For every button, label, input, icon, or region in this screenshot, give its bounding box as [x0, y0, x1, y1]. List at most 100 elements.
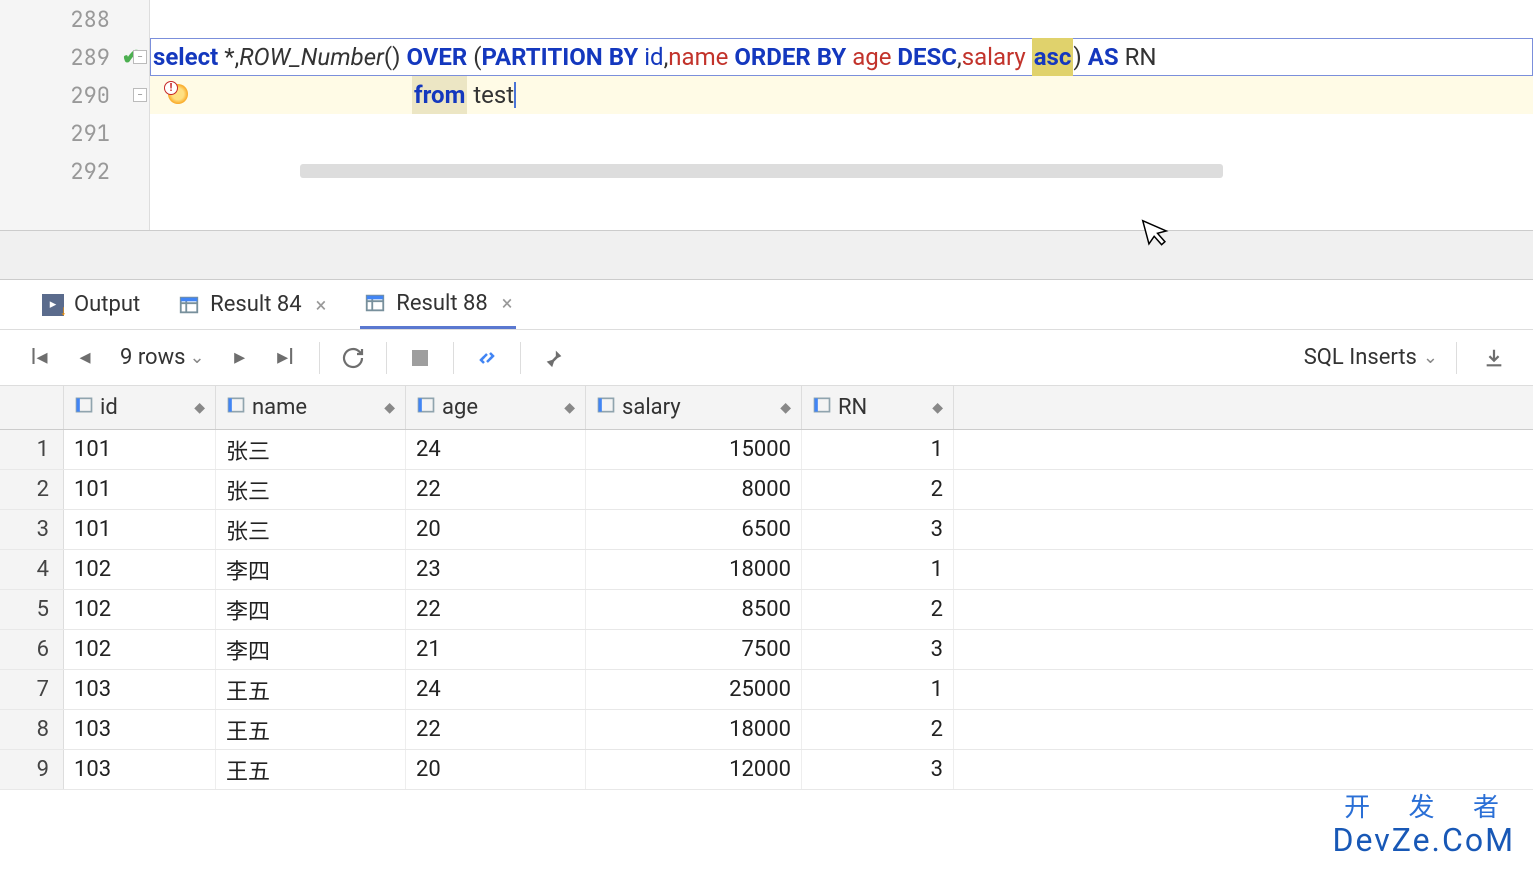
prev-page-button[interactable]: ◂ [66, 339, 104, 377]
cell-salary[interactable]: 6500 [586, 510, 802, 549]
table-row[interactable]: 3101张三2065003 [0, 510, 1533, 550]
cell-name[interactable]: 王五 [216, 710, 406, 749]
tab-result-88[interactable]: Result 88 × [360, 280, 516, 329]
row-num-cell[interactable]: 9 [0, 750, 64, 789]
cell-id[interactable]: 103 [64, 670, 216, 709]
cell-rn[interactable]: 3 [802, 630, 954, 669]
cell-salary[interactable]: 25000 [586, 670, 802, 709]
code-line-290[interactable]: from test [150, 76, 1533, 114]
panel-divider[interactable] [0, 230, 1533, 280]
column-header-age[interactable]: age ◆ [406, 386, 586, 429]
table-icon [178, 294, 200, 316]
row-num-cell[interactable]: 5 [0, 590, 64, 629]
table-row[interactable]: 4102李四23180001 [0, 550, 1533, 590]
refresh-button[interactable] [334, 339, 372, 377]
code-editor[interactable]: 288 289 ✔ − 290 − 291 292 select *,ROW_N… [0, 0, 1533, 230]
table-row[interactable]: 2101张三2280002 [0, 470, 1533, 510]
close-icon[interactable]: × [502, 291, 513, 315]
table-row[interactable]: 8103王五22180002 [0, 710, 1533, 750]
cell-name[interactable]: 张三 [216, 430, 406, 469]
cell-id[interactable]: 102 [64, 590, 216, 629]
compare-button[interactable] [468, 339, 506, 377]
cell-id[interactable]: 101 [64, 510, 216, 549]
table-row[interactable]: 1101张三24150001 [0, 430, 1533, 470]
cell-salary[interactable]: 8000 [586, 470, 802, 509]
fold-handle-icon[interactable]: − [133, 88, 147, 102]
cell-age[interactable]: 22 [406, 470, 586, 509]
sort-icon: ◆ [194, 400, 205, 416]
tab-result-84[interactable]: Result 84 × [174, 280, 330, 329]
column-icon [812, 395, 838, 421]
cell-name[interactable]: 李四 [216, 630, 406, 669]
cell-salary[interactable]: 8500 [586, 590, 802, 629]
cell-rn[interactable]: 2 [802, 710, 954, 749]
row-num-cell[interactable]: 7 [0, 670, 64, 709]
cell-salary[interactable]: 18000 [586, 710, 802, 749]
column-header-rn[interactable]: RN ◆ [802, 386, 954, 429]
cell-id[interactable]: 101 [64, 430, 216, 469]
cell-rn[interactable]: 1 [802, 550, 954, 589]
cell-rn[interactable]: 2 [802, 590, 954, 629]
table-row[interactable]: 6102李四2175003 [0, 630, 1533, 670]
cell-name[interactable]: 李四 [216, 550, 406, 589]
cell-rn[interactable]: 1 [802, 670, 954, 709]
fold-handle-icon[interactable]: − [133, 50, 147, 64]
column-header-name[interactable]: name ◆ [216, 386, 406, 429]
sort-icon: ◆ [932, 400, 943, 416]
cell-id[interactable]: 103 [64, 710, 216, 749]
cell-rn[interactable]: 1 [802, 430, 954, 469]
cell-salary[interactable]: 12000 [586, 750, 802, 789]
download-button[interactable] [1475, 339, 1513, 377]
last-page-button[interactable]: ▸I [267, 339, 305, 377]
close-icon[interactable]: × [316, 293, 327, 317]
cell-salary[interactable]: 18000 [586, 550, 802, 589]
cell-age[interactable]: 23 [406, 550, 586, 589]
row-num-cell[interactable]: 3 [0, 510, 64, 549]
cell-salary[interactable]: 7500 [586, 630, 802, 669]
cell-name[interactable]: 张三 [216, 470, 406, 509]
cell-age[interactable]: 22 [406, 590, 586, 629]
pin-button[interactable] [535, 339, 573, 377]
table-row[interactable]: 5102李四2285002 [0, 590, 1533, 630]
column-header-id[interactable]: id ◆ [64, 386, 216, 429]
table-row[interactable]: 9103王五20120003 [0, 750, 1533, 790]
tab-output[interactable]: ▸ Output [38, 280, 144, 329]
column-header-salary[interactable]: salary ◆ [586, 386, 802, 429]
row-num-header[interactable] [0, 386, 64, 429]
row-num-cell[interactable]: 8 [0, 710, 64, 749]
chevron-down-icon: ⌄ [190, 347, 205, 368]
cell-age[interactable]: 22 [406, 710, 586, 749]
cell-rn[interactable]: 3 [802, 510, 954, 549]
row-num-cell[interactable]: 4 [0, 550, 64, 589]
cell-age[interactable]: 20 [406, 750, 586, 789]
export-format-dropdown[interactable]: SQL Inserts ⌄ [1304, 345, 1438, 370]
code-body[interactable]: select *,ROW_Number() OVER (PARTITION BY… [150, 0, 1533, 230]
cell-age[interactable]: 21 [406, 630, 586, 669]
cell-salary[interactable]: 15000 [586, 430, 802, 469]
cell-id[interactable]: 101 [64, 470, 216, 509]
table-row[interactable]: 7103王五24250001 [0, 670, 1533, 710]
cell-name[interactable]: 张三 [216, 510, 406, 549]
cell-name[interactable]: 李四 [216, 590, 406, 629]
sort-icon: ◆ [780, 400, 791, 416]
row-num-cell[interactable]: 2 [0, 470, 64, 509]
cell-age[interactable]: 24 [406, 670, 586, 709]
next-page-button[interactable]: ▸ [221, 339, 259, 377]
rows-count-dropdown[interactable]: 9 rows ⌄ [120, 345, 205, 370]
stop-button[interactable] [401, 339, 439, 377]
row-num-cell[interactable]: 1 [0, 430, 64, 469]
cell-rn[interactable]: 3 [802, 750, 954, 789]
cell-id[interactable]: 103 [64, 750, 216, 789]
cell-id[interactable]: 102 [64, 630, 216, 669]
code-line-289[interactable]: select *,ROW_Number() OVER (PARTITION BY… [150, 38, 1533, 76]
cell-name[interactable]: 王五 [216, 670, 406, 709]
horizontal-scrollbar[interactable] [300, 164, 1223, 178]
cell-id[interactable]: 102 [64, 550, 216, 589]
first-page-button[interactable]: I◂ [20, 339, 58, 377]
cell-name[interactable]: 王五 [216, 750, 406, 789]
cell-rn[interactable]: 2 [802, 470, 954, 509]
row-num-cell[interactable]: 6 [0, 630, 64, 669]
cell-age[interactable]: 20 [406, 510, 586, 549]
intention-bulb-icon[interactable] [168, 84, 188, 104]
cell-age[interactable]: 24 [406, 430, 586, 469]
